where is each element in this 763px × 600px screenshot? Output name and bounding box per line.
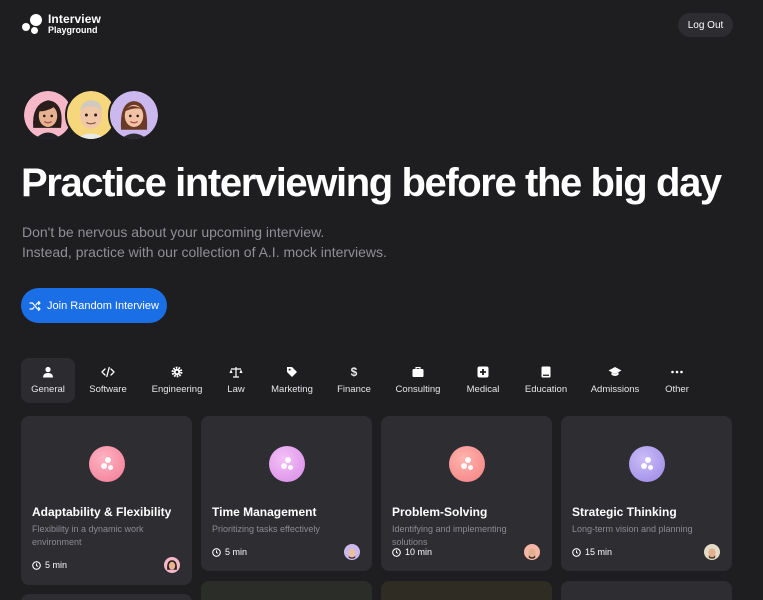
tab-consulting[interactable]: Consulting xyxy=(392,358,444,403)
card-description: Long-term vision and planning xyxy=(572,524,693,534)
card-interviewer-avatar xyxy=(523,543,541,561)
code-icon xyxy=(101,365,115,379)
card-duration-label: 5 min xyxy=(225,547,248,557)
interview-card-time-management[interactable]: Time Management Prioritizing tasks effec… xyxy=(201,416,372,571)
card-interviewer-avatar xyxy=(703,543,721,561)
logo-subtitle: Playground xyxy=(48,25,98,35)
card-description: Identifying and implementing solutions xyxy=(392,524,507,547)
clock-icon xyxy=(572,547,581,557)
tab-finance[interactable]: $ Finance xyxy=(333,358,375,403)
interview-card-partial[interactable] xyxy=(21,594,192,600)
gear-icon xyxy=(170,365,184,379)
person-icon xyxy=(41,365,55,379)
tab-education[interactable]: Education xyxy=(521,358,571,403)
logout-button[interactable]: Log Out xyxy=(678,13,733,37)
tab-label: Engineering xyxy=(151,384,203,395)
app-logo[interactable]: Interview Playground xyxy=(22,13,101,35)
clock-icon xyxy=(32,560,41,570)
interviewer-avatar-woman-brunette xyxy=(108,89,160,141)
interview-card-partial[interactable] xyxy=(561,581,732,600)
medical-cross-icon xyxy=(476,365,490,379)
interview-card-partial[interactable] xyxy=(201,581,372,600)
interview-blob-icon xyxy=(269,446,305,482)
card-duration: 5 min xyxy=(212,547,247,557)
app-header: Interview Playground Log Out xyxy=(0,0,763,50)
tab-label: Other xyxy=(665,384,689,395)
interview-blob-icon xyxy=(89,446,125,482)
tab-software[interactable]: Software xyxy=(83,358,133,403)
tab-label: General xyxy=(31,384,65,395)
tab-general[interactable]: General xyxy=(21,358,75,403)
tab-label: Admissions xyxy=(590,384,640,395)
subtitle-line-2: Instead, practice with our collection of… xyxy=(22,244,387,260)
tab-other[interactable]: Other xyxy=(659,358,695,403)
tag-icon xyxy=(285,365,299,379)
ellipsis-icon xyxy=(670,365,684,379)
tab-label: Marketing xyxy=(271,384,313,395)
tab-label: Software xyxy=(89,384,127,395)
card-duration-label: 10 min xyxy=(405,547,433,557)
tab-label: Medical xyxy=(466,384,500,395)
clock-icon xyxy=(392,547,401,557)
tab-marketing[interactable]: Marketing xyxy=(265,358,319,403)
briefcase-icon xyxy=(411,365,425,379)
page-title: Practice interviewing before the big day xyxy=(21,161,722,205)
shuffle-icon xyxy=(29,300,41,312)
card-duration: 5 min xyxy=(32,560,67,570)
interview-card-strategic-thinking[interactable]: Strategic Thinking Long-term vision and … xyxy=(561,416,732,571)
tab-label: Education xyxy=(524,384,568,395)
dollar-icon: $ xyxy=(350,365,358,379)
clock-icon xyxy=(212,547,221,557)
book-icon xyxy=(539,365,553,379)
subtitle-line-1: Don't be nervous about your upcoming int… xyxy=(22,224,325,240)
tab-admissions[interactable]: Admissions xyxy=(587,358,643,403)
scales-icon xyxy=(229,365,243,379)
card-duration-label: 15 min xyxy=(585,547,613,557)
tab-law[interactable]: Law xyxy=(221,358,251,403)
tab-engineering[interactable]: Engineering xyxy=(147,358,207,403)
interview-card-partial[interactable] xyxy=(381,581,552,600)
interview-card-adaptability[interactable]: Adaptability & Flexibility Flexibility i… xyxy=(21,416,192,585)
page-subtitle: Don't be nervous about your upcoming int… xyxy=(22,222,622,262)
card-duration: 15 min xyxy=(572,547,612,557)
card-interviewer-avatar xyxy=(163,556,181,574)
tab-label: Finance xyxy=(337,384,371,395)
tab-medical[interactable]: Medical xyxy=(462,358,504,403)
card-duration-label: 5 min xyxy=(45,560,68,570)
card-title: Time Management xyxy=(212,505,317,519)
graduation-cap-icon xyxy=(608,365,622,379)
join-random-interview-button[interactable]: Join Random Interview xyxy=(21,288,167,323)
card-title: Strategic Thinking xyxy=(572,505,677,519)
card-description: Prioritizing tasks effectively xyxy=(212,524,320,534)
tab-label: Consulting xyxy=(395,384,441,395)
card-title: Adaptability & Flexibility xyxy=(32,505,172,519)
join-random-interview-label: Join Random Interview xyxy=(47,299,159,312)
logo-title: Interview xyxy=(48,12,101,26)
card-interviewer-avatar xyxy=(343,543,361,561)
tab-label: Law xyxy=(227,384,245,395)
interview-card-problem-solving[interactable]: Problem-Solving Identifying and implemen… xyxy=(381,416,552,571)
logo-mark-icon xyxy=(22,13,44,35)
interview-blob-icon xyxy=(629,446,665,482)
card-description: Flexibility in a dynamic work environmen… xyxy=(32,524,144,547)
card-title: Problem-Solving xyxy=(392,505,488,519)
card-duration: 10 min xyxy=(392,547,432,557)
interview-blob-icon xyxy=(449,446,485,482)
